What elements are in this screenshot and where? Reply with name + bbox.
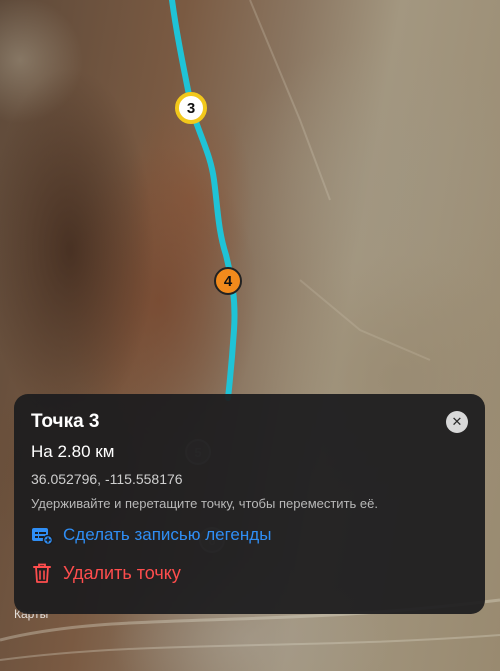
route-point-4-marker[interactable]: 4 [214, 267, 242, 295]
map-screen: 3 4 5 6 Карты Точка 3 ✕ На 2.80 км 36.05… [0, 0, 500, 671]
close-icon: ✕ [451, 414, 463, 429]
drag-hint: Удерживайте и перетащите точку, чтобы пе… [31, 496, 378, 511]
point-detail-card: Точка 3 ✕ На 2.80 км 36.052796, -115.558… [14, 394, 485, 614]
make-legend-entry-label: Сделать записью легенды [63, 525, 272, 544]
make-legend-entry-button[interactable]: Сделать записью легенды [31, 523, 467, 547]
delete-point-label: Удалить точку [63, 563, 181, 583]
terrain-streak [249, 0, 331, 201]
route-point-3-marker[interactable]: 3 [175, 92, 207, 124]
legend-card-icon [31, 524, 53, 546]
point-distance: На 2.80 км [31, 442, 115, 461]
close-button[interactable]: ✕ [446, 411, 468, 433]
road-line [0, 634, 500, 661]
trash-icon [31, 562, 53, 584]
point-coordinates[interactable]: 36.052796, -115.558176 [31, 470, 467, 488]
terrain-streak [299, 279, 431, 361]
delete-point-button[interactable]: Удалить точку [31, 561, 467, 585]
point-title: Точка 3 [31, 411, 100, 432]
route-line[interactable] [169, 0, 238, 401]
